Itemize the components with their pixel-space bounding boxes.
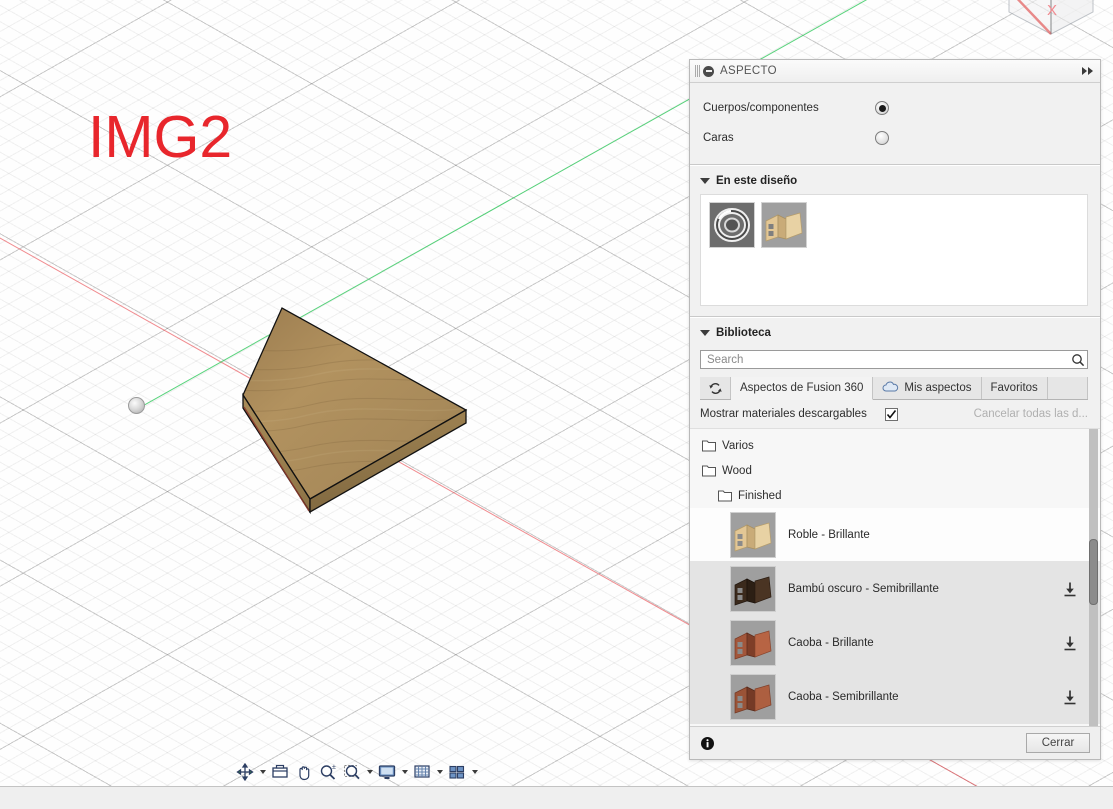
grid-dropdown-caret[interactable] <box>434 761 445 783</box>
axis-x-label: X <box>1047 2 1058 19</box>
scrollbar-thumb[interactable] <box>1089 539 1098 605</box>
folder-varios[interactable]: Varios <box>690 433 1100 458</box>
triangle-down-icon[interactable] <box>700 178 710 184</box>
app-root: IMG2 X ± ASPECTO Cuerpos/componentes Car… <box>0 0 1113 809</box>
section-in-this-design[interactable]: En este diseño <box>690 166 1100 194</box>
folder-icon-wood <box>702 465 716 477</box>
panel-header[interactable]: ASPECTO <box>690 60 1100 83</box>
refresh-icon[interactable] <box>700 377 731 399</box>
svg-text:±: ± <box>332 764 336 771</box>
viewports-dropdown-caret[interactable] <box>469 761 480 783</box>
status-bar <box>0 786 1113 809</box>
tab-fusion-appearances[interactable]: Aspectos de Fusion 360 <box>731 377 874 400</box>
radio-bodies[interactable] <box>875 101 889 115</box>
scope-option-faces[interactable]: Caras <box>703 123 1100 153</box>
section-library[interactable]: Biblioteca <box>690 318 1100 346</box>
zoom-window-icon[interactable] <box>340 760 364 784</box>
orbit-dropdown-caret[interactable] <box>257 761 268 783</box>
material-row-caoba-brillante[interactable]: Caoba - Brillante <box>690 616 1100 670</box>
panel-drag-grip[interactable] <box>695 65 700 77</box>
tab-favorites[interactable]: Favoritos <box>981 377 1048 399</box>
section-title-library: Biblioteca <box>716 327 771 339</box>
viewports-icon[interactable] <box>445 760 469 784</box>
material-name: Caoba - Semibrillante <box>788 690 899 703</box>
hand-icon[interactable] <box>292 760 316 784</box>
download-icon[interactable] <box>1062 581 1078 597</box>
scope-label-bodies: Cuerpos/componentes <box>703 102 819 114</box>
cloud-icon <box>882 381 899 395</box>
show-downloadable-label: Mostrar materiales descargables <box>700 408 867 420</box>
material-row-caoba-semibrillante[interactable]: Caoba - Semibrillante <box>690 670 1100 724</box>
close-button[interactable]: Cerrar <box>1026 733 1090 753</box>
material-thumbnail <box>730 619 776 666</box>
material-name: Roble - Brillante <box>788 528 870 541</box>
search-input[interactable] <box>705 352 1071 367</box>
tab-filler <box>1047 377 1088 399</box>
monitor-icon[interactable] <box>375 760 399 784</box>
folder-finished[interactable]: Finished <box>690 483 1100 508</box>
zoom-window-dropdown-caret[interactable] <box>364 761 375 783</box>
zoom-icon[interactable]: ± <box>316 760 340 784</box>
triangle-down-icon-library[interactable] <box>700 330 710 336</box>
wood-board-body[interactable] <box>120 295 480 527</box>
look-at-icon[interactable] <box>268 760 292 784</box>
folder-label-varios: Varios <box>722 439 754 452</box>
material-row-bambu-oscuro-semibrillante[interactable]: Bambú oscuro - Semibrillante <box>690 562 1100 616</box>
double-chevron-right-icon[interactable] <box>1082 67 1095 75</box>
tab-label-my-appearances: Mis aspectos <box>904 382 972 394</box>
minus-circle-icon[interactable] <box>703 65 714 77</box>
material-thumbnail <box>730 565 776 612</box>
tab-my-appearances[interactable]: Mis aspectos <box>873 377 982 399</box>
show-downloadable-checkbox[interactable] <box>884 407 898 421</box>
folder-label-finished: Finished <box>738 489 782 502</box>
material-name: Caoba - Brillante <box>788 636 874 649</box>
display-dropdown-caret[interactable] <box>399 761 410 783</box>
folder-icon-finished <box>718 490 732 502</box>
folder-wood[interactable]: Wood <box>690 458 1100 483</box>
panel-footer: Cerrar <box>690 726 1100 759</box>
scope-options: Cuerpos/componentes Caras <box>690 83 1100 159</box>
search-wrap <box>690 346 1100 369</box>
scope-option-bodies[interactable]: Cuerpos/componentes <box>703 93 1100 123</box>
appearance-panel: ASPECTO Cuerpos/componentes Caras En est… <box>689 59 1101 760</box>
material-row-roble-brillante[interactable]: Roble - Brillante <box>690 508 1100 562</box>
watermark-label: IMG2 <box>88 104 233 170</box>
library-tabs[interactable]: Aspectos de Fusion 360 Mis aspectos Favo… <box>700 377 1088 400</box>
grid-icon[interactable] <box>410 760 434 784</box>
info-icon[interactable] <box>700 736 715 751</box>
orbit-icon[interactable] <box>233 760 257 784</box>
material-list-scrollbar[interactable] <box>1089 429 1098 726</box>
material-list[interactable]: Varios Wood Finished Roble - Brillante B… <box>690 428 1100 726</box>
show-downloadable-row[interactable]: Mostrar materiales descargables Cancelar… <box>690 400 1100 428</box>
panel-title: ASPECTO <box>720 65 777 77</box>
appearance-thumb-chrome[interactable] <box>709 202 755 248</box>
scope-label-faces: Caras <box>703 132 734 144</box>
view-navigation-toolbar[interactable]: ± <box>233 759 480 785</box>
tab-label-favorites: Favoritos <box>990 382 1038 394</box>
download-icon[interactable] <box>1062 635 1078 651</box>
section-title-in-this-design: En este diseño <box>716 175 798 187</box>
in-design-appearance-list <box>700 194 1088 306</box>
material-tree: Varios Wood Finished Roble - Brillante B… <box>690 429 1100 724</box>
appearance-thumb-wood[interactable] <box>761 202 807 248</box>
material-thumbnail <box>730 673 776 720</box>
folder-icon <box>702 440 716 452</box>
download-icon[interactable] <box>1062 689 1078 705</box>
material-thumbnail <box>730 511 776 558</box>
cancel-all-downloads-link[interactable]: Cancelar todas las d... <box>974 408 1088 420</box>
panel-body: Cuerpos/componentes Caras En este diseño <box>690 83 1100 726</box>
tab-label-fusion: Aspectos de Fusion 360 <box>740 382 864 394</box>
search-box[interactable] <box>700 350 1088 369</box>
material-name: Bambú oscuro - Semibrillante <box>788 582 939 595</box>
radio-faces[interactable] <box>875 131 889 145</box>
folder-label-wood: Wood <box>722 464 752 477</box>
search-icon[interactable] <box>1071 353 1085 367</box>
